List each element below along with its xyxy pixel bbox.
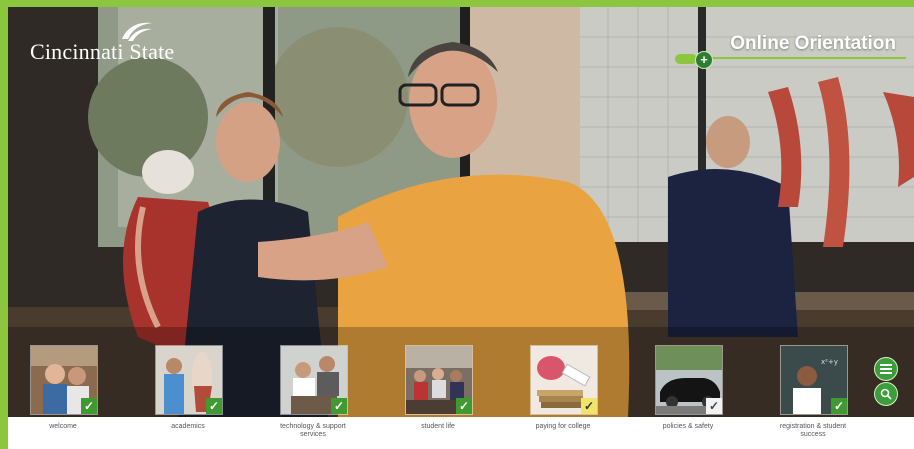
search-icon	[880, 388, 892, 400]
module-registration-thumb[interactable]: x²+y ✓	[780, 345, 848, 415]
welcome-checkmark-icon: ✓	[81, 398, 97, 414]
page-title: Online Orientation	[730, 33, 896, 54]
label-registration[interactable]: registration & student success	[768, 423, 858, 439]
module-technology-thumb[interactable]: ✓	[280, 345, 348, 415]
menu-button[interactable]	[874, 357, 898, 381]
label-policies[interactable]: policies & safety	[643, 423, 733, 431]
expand-toggle[interactable]: +	[675, 51, 715, 69]
svg-text:x²+y: x²+y	[821, 358, 838, 366]
label-welcome[interactable]: welcome	[18, 423, 108, 431]
registration-checkmark-icon: ✓	[831, 398, 847, 414]
label-academics[interactable]: academics	[143, 423, 233, 431]
module-labels: welcome academics technology & support s…	[8, 417, 914, 449]
menu-icon	[880, 364, 892, 374]
app-frame: Cincinnati State Online Orientation + ✓	[0, 0, 914, 449]
label-student-life[interactable]: student life	[393, 423, 483, 431]
left-border	[0, 0, 8, 449]
module-student-life-thumb[interactable]: ✓	[405, 345, 473, 415]
policies-checkmark-icon: ✓	[706, 398, 722, 414]
label-technology[interactable]: technology & support services	[268, 423, 358, 439]
module-academics-thumb[interactable]: ✓	[155, 345, 223, 415]
video-stage[interactable]: Cincinnati State Online Orientation + ✓	[8, 7, 914, 417]
search-button[interactable]	[874, 382, 898, 406]
label-paying[interactable]: paying for college	[518, 423, 608, 431]
module-paying-thumb[interactable]: ✓	[530, 345, 598, 415]
academics-checkmark-icon: ✓	[206, 398, 222, 414]
logo-swoosh-icon	[122, 22, 152, 41]
module-welcome-thumb[interactable]: ✓	[30, 345, 98, 415]
student-life-checkmark-icon: ✓	[456, 398, 472, 414]
technology-checkmark-icon: ✓	[331, 398, 347, 414]
module-policies-thumb[interactable]: ✓	[655, 345, 723, 415]
paying-checkmark-icon: ✓	[581, 398, 597, 414]
toggle-track	[675, 54, 697, 64]
title-underline	[696, 57, 906, 59]
top-border	[0, 0, 914, 7]
plus-icon: +	[695, 51, 713, 69]
